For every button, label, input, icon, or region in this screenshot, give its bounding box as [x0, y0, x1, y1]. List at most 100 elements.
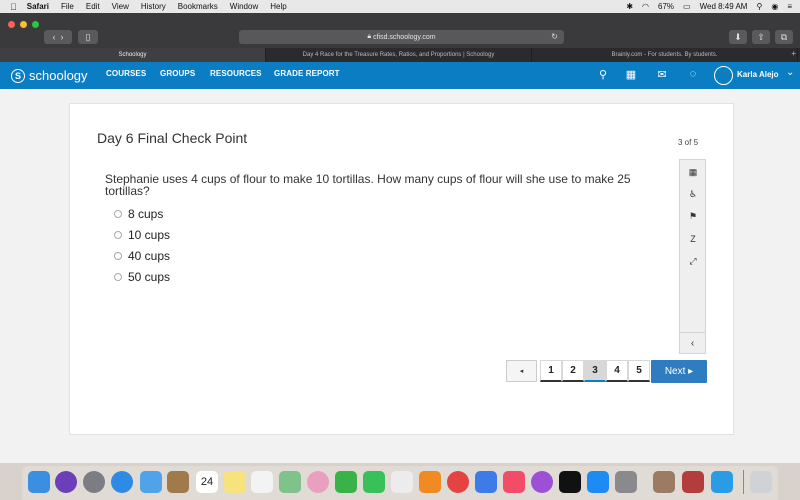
apple-tv-icon[interactable]	[559, 471, 581, 493]
reload-icon[interactable]: ↻	[551, 32, 558, 41]
notification-center-icon[interactable]: ≡	[787, 2, 792, 11]
menu-history[interactable]: History	[141, 2, 166, 11]
keynote-icon[interactable]	[475, 471, 497, 493]
trash-icon[interactable]	[750, 471, 772, 493]
accessibility-icon[interactable]: ♿︎	[686, 188, 700, 200]
schoology-logo[interactable]: S schoology	[11, 66, 88, 85]
menu-window[interactable]: Window	[230, 2, 258, 11]
battery-percent[interactable]: 67%	[658, 2, 674, 11]
photos-icon[interactable]	[307, 471, 329, 493]
search-icon[interactable]: ⚲	[596, 67, 610, 81]
page-button-4[interactable]: 4	[606, 360, 628, 382]
radio-button[interactable]	[114, 252, 122, 260]
app-store-icon[interactable]	[587, 471, 609, 493]
answer-option[interactable]: 10 cups	[114, 228, 170, 242]
calendar-app-icon[interactable]: 24	[196, 471, 218, 493]
nav-groups[interactable]: GROUPS	[160, 69, 195, 78]
strike-icon[interactable]: Z	[686, 233, 700, 245]
notifications-icon[interactable]: ◌	[686, 67, 700, 81]
tab-bar: Schoology Day 4 Race for the Treasure Ra…	[0, 48, 800, 62]
answer-label[interactable]: 40 cups	[128, 249, 170, 263]
share-button[interactable]: ⇧	[752, 30, 770, 44]
address-bar[interactable]: 🔒︎ cfisd.schoology.com ↻	[239, 30, 564, 44]
wifi-icon[interactable]: ◠	[642, 2, 649, 11]
expand-icon[interactable]: ⤢	[686, 255, 700, 267]
spotlight-icon[interactable]: ⚲	[756, 2, 762, 11]
download-icon: ⬇	[734, 31, 742, 42]
mail-icon[interactable]	[140, 471, 162, 493]
chevron-left-icon[interactable]: ‹	[52, 32, 55, 42]
answer-option[interactable]: 50 cups	[114, 270, 170, 284]
downloads-button[interactable]: ⬇	[729, 30, 747, 44]
user-icon[interactable]: ◉	[771, 2, 778, 11]
user-name[interactable]: Karla Alejo	[737, 70, 779, 79]
screenshot-thumbnail-icon[interactable]	[653, 471, 675, 493]
zoom-app-icon[interactable]	[711, 471, 733, 493]
bluetooth-icon[interactable]: ✱	[626, 2, 633, 11]
nav-courses[interactable]: COURSES	[106, 69, 146, 78]
page-button-2[interactable]: 2	[562, 360, 584, 382]
tab-brainly[interactable]: Brainly.com - For students. By students.	[532, 48, 798, 62]
nav-resources[interactable]: RESOURCES	[210, 69, 262, 78]
menu-bookmarks[interactable]: Bookmarks	[178, 2, 218, 11]
launchpad-icon[interactable]	[83, 471, 105, 493]
tab-schoology[interactable]: Schoology	[0, 48, 266, 62]
next-question-button[interactable]: Next ▸	[651, 360, 707, 383]
chevron-down-icon[interactable]: ⌄	[786, 67, 794, 78]
answer-label[interactable]: 10 cups	[128, 228, 170, 242]
page-button-3[interactable]: 3	[584, 360, 606, 382]
battery-icon[interactable]: ▭	[683, 2, 691, 11]
radio-button[interactable]	[114, 231, 122, 239]
messages-icon[interactable]: ✉	[655, 67, 669, 81]
back-forward-buttons[interactable]: ‹ ›	[44, 30, 72, 44]
menu-edit[interactable]: Edit	[86, 2, 100, 11]
previous-question-button[interactable]: ◂	[506, 360, 537, 382]
menu-help[interactable]: Help	[270, 2, 286, 11]
contacts-icon[interactable]	[167, 471, 189, 493]
calendar-icon[interactable]: ▦	[686, 166, 700, 178]
chevron-right-icon[interactable]: ›	[61, 32, 64, 42]
close-window-button[interactable]	[8, 21, 15, 28]
avatar[interactable]	[714, 66, 733, 85]
answer-option[interactable]: 40 cups	[114, 249, 170, 263]
messages-app-icon[interactable]	[335, 471, 357, 493]
answer-label[interactable]: 8 cups	[128, 207, 163, 221]
siri-icon[interactable]	[55, 471, 77, 493]
collapse-tools-button[interactable]: ‹	[680, 332, 705, 353]
answer-label[interactable]: 50 cups	[128, 270, 170, 284]
tabs-overview-button[interactable]: ⧉	[775, 30, 793, 44]
zoom-window-button[interactable]	[32, 21, 39, 28]
clock[interactable]: Wed 8:49 AM	[700, 2, 748, 11]
schoology-s-icon: S	[11, 68, 25, 83]
minimize-window-button[interactable]	[20, 21, 27, 28]
menu-view[interactable]: View	[112, 2, 129, 11]
flag-icon[interactable]: ⚑	[686, 210, 700, 222]
photo-booth-icon[interactable]	[682, 471, 704, 493]
radio-button[interactable]	[114, 273, 122, 281]
numbers-icon[interactable]	[419, 471, 441, 493]
news-icon[interactable]	[447, 471, 469, 493]
nav-grade-report[interactable]: GRADE REPORT	[274, 69, 340, 78]
reminders-icon[interactable]	[251, 471, 273, 493]
apple-icon[interactable]: 	[10, 2, 17, 12]
sidebar-button[interactable]: ▯	[78, 30, 98, 44]
podcasts-icon[interactable]	[531, 471, 553, 493]
maps-icon[interactable]	[279, 471, 301, 493]
notes-icon[interactable]	[224, 471, 246, 493]
calendar-icon[interactable]: ▦	[624, 67, 638, 81]
finder-icon[interactable]	[28, 471, 50, 493]
answer-option[interactable]: 8 cups	[114, 207, 163, 221]
page-button-5[interactable]: 5	[628, 360, 650, 382]
radio-button[interactable]	[114, 210, 122, 218]
safari-icon[interactable]	[111, 471, 133, 493]
page-title: Day 6 Final Check Point	[97, 130, 248, 146]
page-button-1[interactable]: 1	[540, 360, 562, 382]
music-icon[interactable]	[503, 471, 525, 493]
menu-app-name[interactable]: Safari	[27, 2, 49, 11]
tab-day4[interactable]: Day 4 Race for the Treasure Rates, Ratio…	[266, 48, 532, 62]
facetime-icon[interactable]	[363, 471, 385, 493]
preview-icon[interactable]	[391, 471, 413, 493]
system-preferences-icon[interactable]	[615, 471, 637, 493]
menu-file[interactable]: File	[61, 2, 74, 11]
new-tab-icon[interactable]: +	[791, 49, 796, 58]
